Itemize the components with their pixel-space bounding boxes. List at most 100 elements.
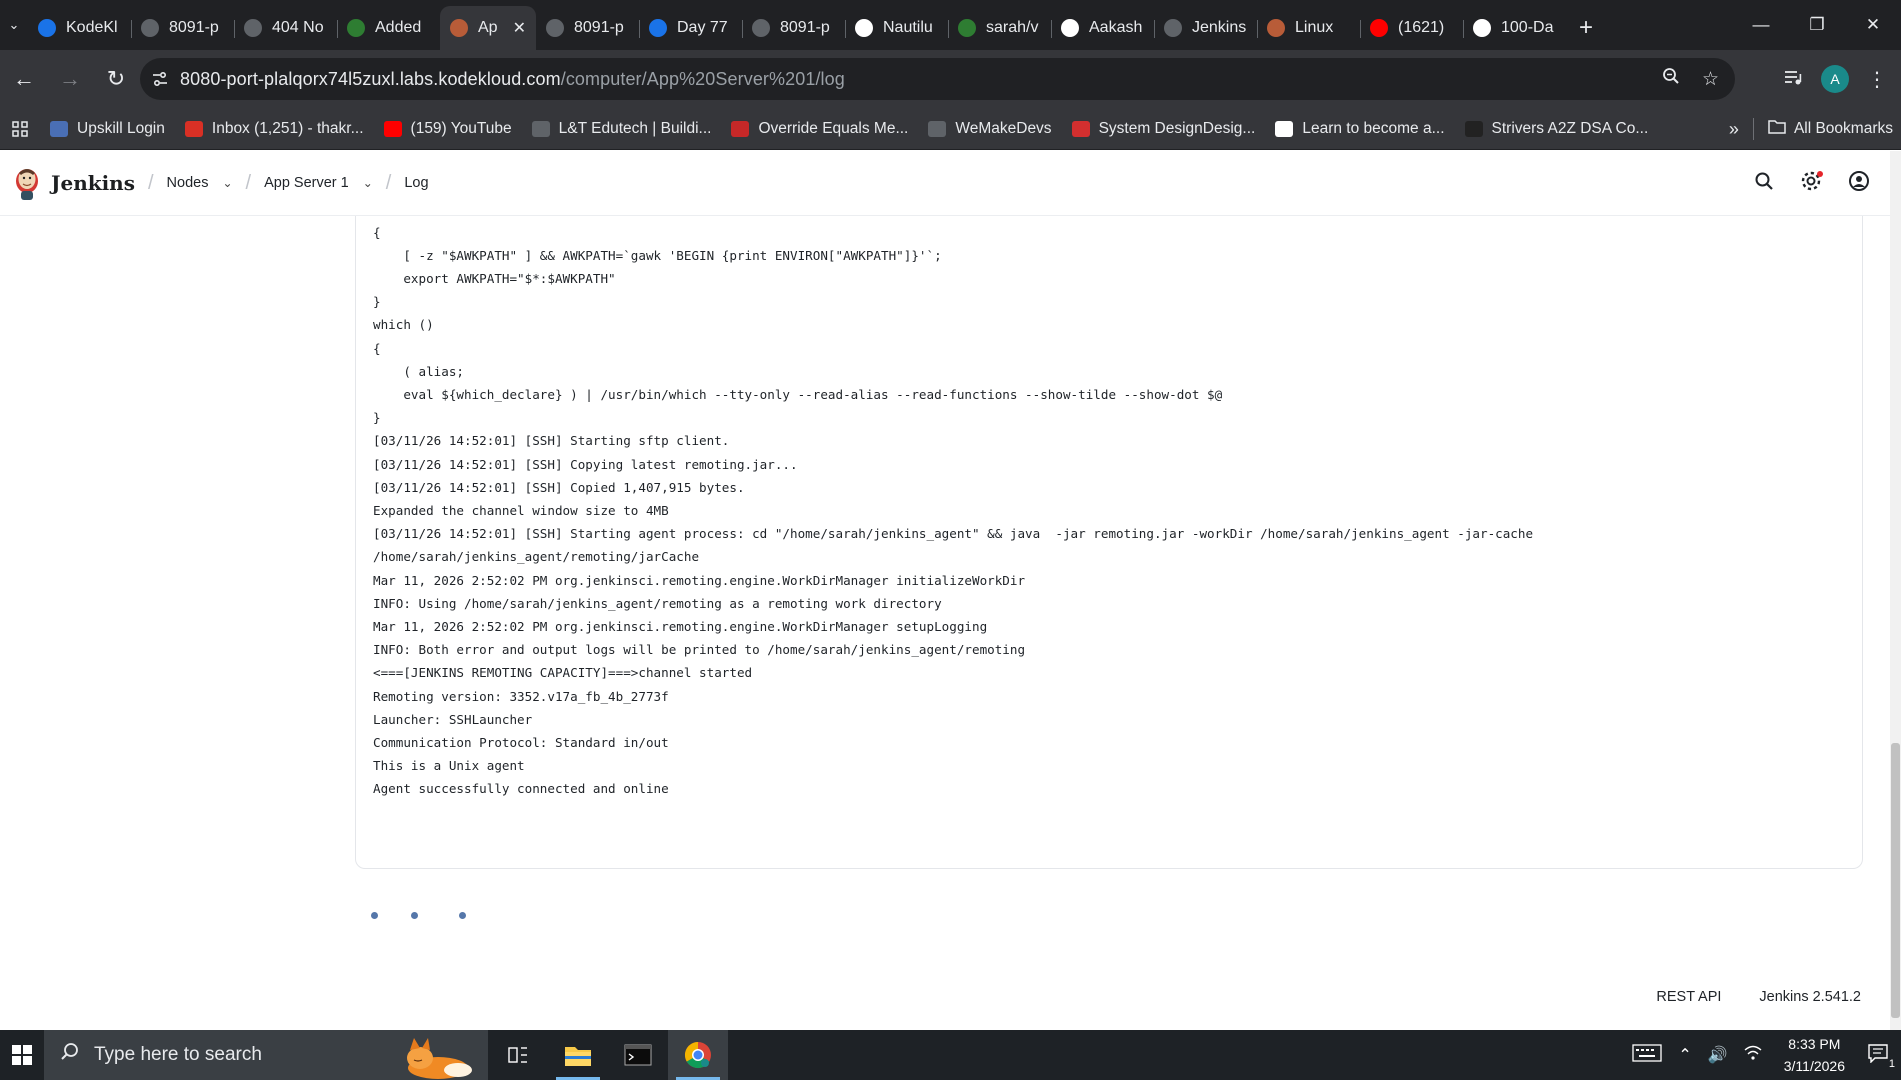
- tab-title: 8091-p: [780, 19, 830, 36]
- log-line: {: [373, 340, 381, 356]
- browser-tab[interactable]: 8091-p: [536, 8, 639, 48]
- page-scrollbar[interactable]: [1890, 151, 1901, 1030]
- browser-tab[interactable]: (1621): [1360, 8, 1463, 48]
- bookmark-item[interactable]: System DesignDesig...: [1071, 120, 1255, 138]
- tab-title: KodeKl: [66, 19, 118, 36]
- chevron-down-icon[interactable]: ⌄: [363, 176, 373, 190]
- bookmark-item[interactable]: (159) YouTube: [383, 119, 512, 138]
- bookmark-label: Strivers A2Z DSA Co...: [1491, 119, 1649, 137]
- notification-count: 1: [1888, 1057, 1895, 1070]
- reload-button[interactable]: ↻: [94, 57, 138, 101]
- version-link[interactable]: Jenkins 2.541.2: [1759, 989, 1861, 1005]
- tab-title: Nautilu: [883, 19, 933, 36]
- breadcrumb-app-server-1[interactable]: App Server 1 ⌄: [264, 175, 373, 191]
- jenkins-logo-icon[interactable]: [13, 165, 41, 201]
- browser-tab[interactable]: Jenkins: [1154, 8, 1257, 48]
- chevron-down-icon: ⌄: [8, 17, 20, 32]
- close-tab-icon[interactable]: ✕: [513, 18, 526, 38]
- wifi-icon[interactable]: [1744, 1045, 1762, 1066]
- breadcrumb-nodes[interactable]: Nodes ⌄: [167, 175, 233, 191]
- loading-dot: [411, 912, 418, 919]
- notification-dot: [1817, 171, 1823, 177]
- browser-tab[interactable]: Added: [337, 8, 440, 48]
- log-line: Agent successfully connected and online: [373, 781, 669, 797]
- bookmark-favicon-icon: [1275, 120, 1294, 137]
- bookmark-item[interactable]: L&T Edutech | Buildi...: [531, 120, 711, 138]
- breadcrumb-label: Log: [404, 175, 429, 191]
- breadcrumb-separator: /: [385, 171, 392, 194]
- search-icon[interactable]: [1754, 171, 1774, 196]
- zoom-icon[interactable]: [1662, 67, 1680, 91]
- log-line: export AWKPATH="$*:$AWKPATH": [373, 271, 616, 287]
- breadcrumb-separator: /: [245, 171, 252, 194]
- back-button[interactable]: ←: [2, 57, 46, 101]
- file-explorer-button[interactable]: [548, 1030, 608, 1080]
- restore-button[interactable]: ❐: [1789, 0, 1845, 50]
- browser-tab[interactable]: Aakash: [1051, 8, 1154, 48]
- rest-api-link[interactable]: REST API: [1656, 989, 1721, 1005]
- windows-icon: [12, 1045, 32, 1065]
- chevron-up-icon[interactable]: ⌃: [1678, 1045, 1691, 1065]
- taskbar-search[interactable]: Type here to search: [44, 1030, 488, 1080]
- loading-dot: [371, 912, 378, 919]
- apps-grid-icon[interactable]: [0, 120, 40, 137]
- bookmark-item[interactable]: Override Equals Me...: [731, 120, 908, 138]
- minimize-button[interactable]: —: [1733, 0, 1789, 50]
- browser-menu-icon[interactable]: ⋮: [1867, 67, 1887, 92]
- jenkins-brand[interactable]: Jenkins: [51, 171, 135, 195]
- all-bookmarks-link[interactable]: All Bookmarks: [1794, 120, 1893, 138]
- close-window-button[interactable]: ✕: [1845, 0, 1901, 50]
- url-path: /computer/App%20Server%201/log: [560, 68, 845, 89]
- plus-icon: +: [1578, 14, 1593, 41]
- bookmark-favicon-icon: [1464, 120, 1483, 137]
- log-line: [03/11/26 14:52:01] [SSH] Copied 1,407,9…: [373, 479, 745, 495]
- log-line: eval ${which_declare} ) | /usr/bin/which…: [373, 387, 1223, 403]
- site-info-icon[interactable]: [140, 70, 180, 88]
- notification-center-icon[interactable]: 1: [1867, 1043, 1895, 1070]
- tab-favicon-icon: [450, 19, 468, 37]
- browser-tab[interactable]: 8091-p: [131, 8, 234, 48]
- browser-tab[interactable]: 8091-p: [742, 8, 845, 48]
- taskbar-clock[interactable]: 8:33 PM 3/11/2026: [1784, 1033, 1845, 1077]
- browser-tab[interactable]: Ap ✕: [440, 6, 536, 50]
- bookmark-favicon-icon: [531, 120, 550, 137]
- bookmark-item[interactable]: Inbox (1,251) - thakr...: [184, 120, 364, 138]
- browser-tab[interactable]: 404 No: [234, 8, 337, 48]
- forward-button[interactable]: →: [48, 57, 92, 101]
- start-button[interactable]: [0, 1030, 44, 1080]
- browser-tab[interactable]: Linux: [1257, 8, 1360, 48]
- chevron-down-icon[interactable]: ⌄: [222, 176, 232, 190]
- keyboard-icon[interactable]: [1632, 1043, 1663, 1068]
- bookmark-favicon-icon: [928, 120, 947, 137]
- tab-favicon-icon: [958, 19, 976, 37]
- profile-avatar[interactable]: A: [1821, 65, 1849, 93]
- address-bar[interactable]: 8080-port-plalqorx74l5zuxl.labs.kodeklou…: [140, 58, 1735, 100]
- bookmark-item[interactable]: WeMakeDevs: [928, 120, 1052, 138]
- browser-tab[interactable]: sarah/v: [948, 8, 1051, 48]
- browser-tab[interactable]: Nautilu: [845, 8, 948, 48]
- log-line: INFO: Using /home/sarah/jenkins_agent/re…: [373, 595, 942, 611]
- folder-icon: [565, 1047, 591, 1066]
- tab-search-button[interactable]: ⌄: [0, 0, 28, 50]
- task-view-button[interactable]: [488, 1030, 548, 1080]
- terminal-button[interactable]: [608, 1030, 668, 1080]
- media-controls-icon[interactable]: [1783, 68, 1803, 91]
- speaker-icon[interactable]: 🔊: [1708, 1045, 1728, 1065]
- new-tab-button[interactable]: +: [1566, 6, 1606, 50]
- scrollbar-thumb[interactable]: [1891, 743, 1900, 1018]
- bookmark-item[interactable]: Learn to become a...: [1275, 120, 1445, 138]
- tab-title: (1621): [1398, 19, 1445, 36]
- browser-tab[interactable]: Day 77: [639, 8, 742, 48]
- chrome-button[interactable]: [668, 1030, 728, 1080]
- browser-tab[interactable]: KodeKl: [28, 8, 131, 48]
- browser-tab[interactable]: 100-Da: [1463, 8, 1566, 48]
- tab-title: Linux: [1295, 19, 1334, 36]
- log-line: which (): [373, 317, 434, 333]
- user-icon[interactable]: [1848, 170, 1870, 197]
- bookmark-label: (159) YouTube: [410, 119, 512, 137]
- bookmark-item[interactable]: Strivers A2Z DSA Co...: [1464, 119, 1649, 138]
- bookmark-item[interactable]: Upskill Login: [50, 120, 165, 138]
- more-bookmarks-icon[interactable]: »: [1729, 119, 1739, 140]
- bookmark-star-icon[interactable]: ☆: [1702, 68, 1719, 91]
- tab-favicon-icon: [855, 19, 873, 37]
